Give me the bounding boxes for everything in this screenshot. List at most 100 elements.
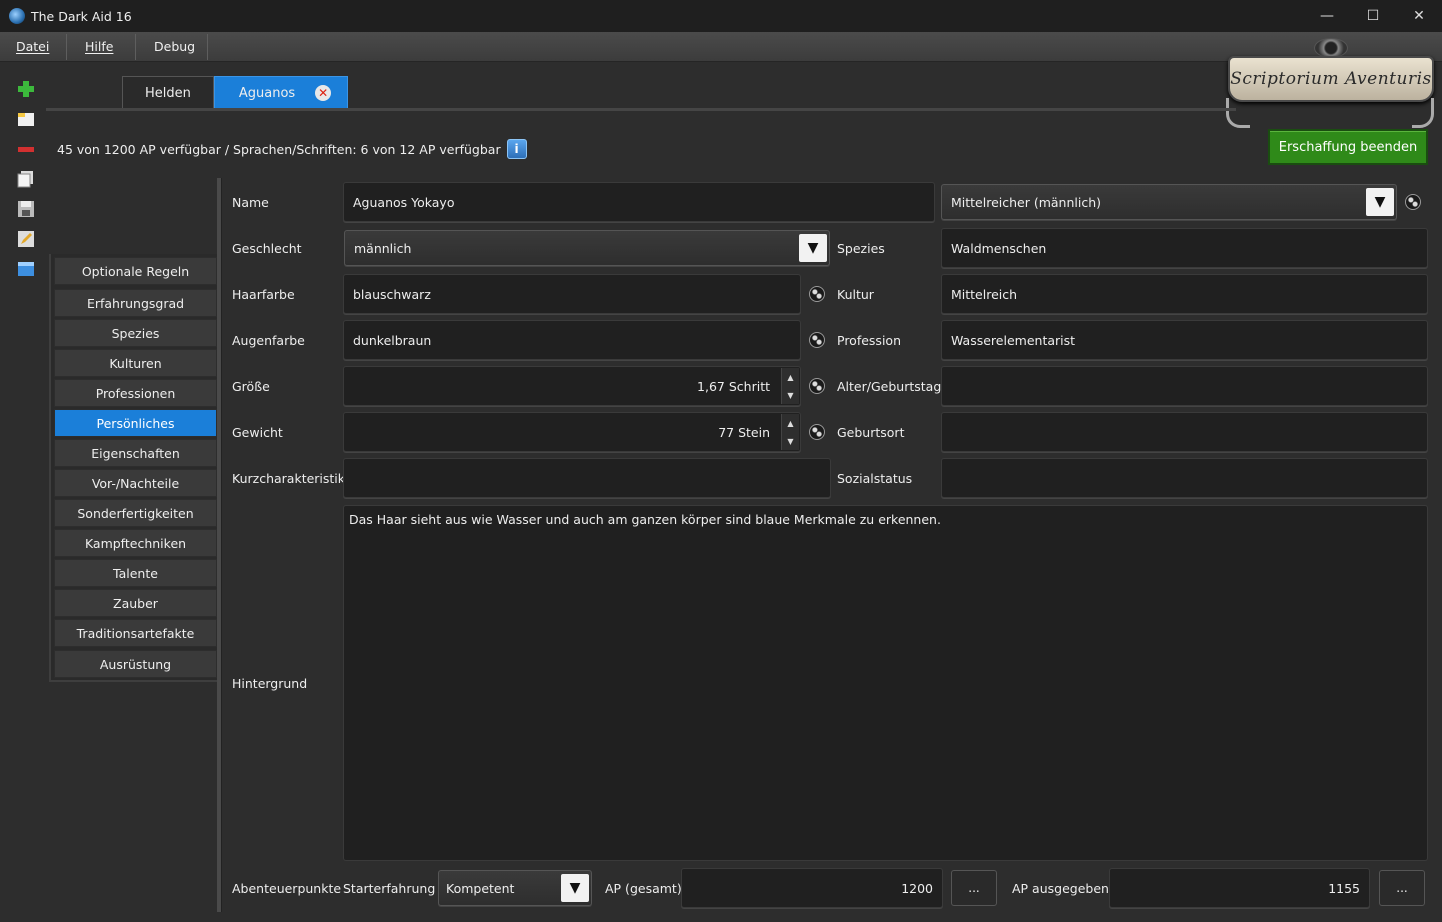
profession-value: Wasserelementarist <box>951 332 1076 348</box>
culture-value: Mittelreich <box>951 286 1018 302</box>
nav-item-ausruestung[interactable]: Ausrüstung <box>54 650 217 678</box>
chevron-down-icon: ▼ <box>799 234 827 262</box>
random-name-button[interactable] <box>1403 192 1423 212</box>
hair-field[interactable]: blauschwarz <box>343 274 801 314</box>
ap-spent-edit-button[interactable]: ... <box>1379 870 1425 906</box>
background-textarea[interactable]: Das Haar sieht aus wie Wasser und auch a… <box>343 505 1428 861</box>
nav-item-professionen[interactable]: Professionen <box>54 379 217 407</box>
ap-total-field: 1200 <box>681 868 943 908</box>
close-tab-icon[interactable]: ✕ <box>315 85 332 101</box>
weight-spin-buttons[interactable]: ▲ ▼ <box>781 414 799 450</box>
tab-label: Helden <box>145 86 191 101</box>
culture-field: Mittelreich <box>941 274 1428 314</box>
open-window-button[interactable] <box>15 258 37 280</box>
nav-item-kulturen[interactable]: Kulturen <box>54 349 217 377</box>
close-window-button[interactable]: ✕ <box>1396 0 1442 32</box>
name-field[interactable]: Aguanos Yokayo <box>343 182 935 222</box>
edit-button[interactable] <box>15 228 37 250</box>
birthplace-label: Geburtsort <box>837 425 905 440</box>
section-navigation: Optionale Regeln Erfahrungsgrad Spezies … <box>49 254 217 682</box>
eye-value: dunkelbraun <box>353 332 432 348</box>
ap-total-label: AP (gesamt) <box>605 881 682 896</box>
size-stepper[interactable]: 1,67 Schritt ▲ ▼ <box>343 366 801 406</box>
age-label: Alter/Geburtstag <box>837 379 942 394</box>
add-hero-button[interactable] <box>15 78 37 100</box>
nav-item-spezies[interactable]: Spezies <box>54 319 217 347</box>
nav-item-zauber[interactable]: Zauber <box>54 589 217 617</box>
menu-debug[interactable]: Debug <box>154 32 195 62</box>
hair-label: Haarfarbe <box>232 287 295 302</box>
step-up-icon[interactable]: ▲ <box>782 414 799 432</box>
save-button[interactable] <box>15 198 37 220</box>
start-experience-label: Starterfahrung <box>343 881 436 896</box>
copy-button[interactable] <box>15 168 37 190</box>
name-type-value: Mittelreicher (männlich) <box>951 194 1102 210</box>
logo-text: Scriptorium Aventuris <box>1230 69 1432 89</box>
social-status-field[interactable] <box>941 458 1428 498</box>
short-characteristic-field[interactable] <box>343 458 831 498</box>
open-folder-button[interactable] <box>15 108 37 130</box>
weight-stepper[interactable]: 77 Stein ▲ ▼ <box>343 412 801 452</box>
ap-total-value: 1200 <box>901 880 933 896</box>
step-down-icon[interactable]: ▼ <box>782 432 799 450</box>
gender-label: Geschlecht <box>232 241 302 256</box>
random-weight-button[interactable] <box>807 422 827 442</box>
random-size-button[interactable] <box>807 376 827 396</box>
maximize-button[interactable]: ☐ <box>1350 0 1396 32</box>
nav-item-talente[interactable]: Talente <box>54 559 217 587</box>
title-bar: The Dark Aid 16 — ☐ ✕ <box>0 0 1442 32</box>
step-down-icon[interactable]: ▼ <box>782 386 799 404</box>
ap-spent-label: AP ausgegeben <box>1012 881 1109 896</box>
name-type-select[interactable]: Mittelreicher (männlich) ▼ <box>941 184 1397 220</box>
menu-hilfe[interactable]: Hilfe <box>85 32 113 62</box>
nav-item-erfahrungsgrad[interactable]: Erfahrungsgrad <box>54 289 217 317</box>
minimize-button[interactable]: — <box>1304 0 1350 32</box>
nav-item-sonderfertigkeiten[interactable]: Sonderfertigkeiten <box>54 499 217 527</box>
finish-creation-button[interactable]: Erschaffung beenden <box>1268 129 1428 165</box>
birthplace-field[interactable] <box>941 412 1428 452</box>
profession-label: Profession <box>837 333 901 348</box>
menu-datei[interactable]: Datei <box>16 32 49 62</box>
size-spin-buttons[interactable]: ▲ ▼ <box>781 368 799 404</box>
plus-icon <box>18 81 34 97</box>
dice-icon <box>809 378 825 394</box>
chevron-down-icon: ▼ <box>561 874 589 902</box>
start-experience-value: Kompetent <box>446 880 515 896</box>
nav-item-vor-nachteile[interactable]: Vor-/Nachteile <box>54 469 217 497</box>
gender-select[interactable]: männlich ▼ <box>344 230 830 266</box>
nav-item-traditionsartefakte[interactable]: Traditionsartefakte <box>54 619 217 647</box>
content-frame-border <box>217 178 222 912</box>
short-characteristic-label: Kurzcharakteristik <box>232 471 346 486</box>
window-title: The Dark Aid 16 <box>31 8 132 24</box>
random-eye-button[interactable] <box>807 330 827 350</box>
random-hair-button[interactable] <box>807 284 827 304</box>
species-label: Spezies <box>837 241 885 256</box>
tab-helden[interactable]: Helden <box>122 76 214 109</box>
ap-total-edit-button[interactable]: ... <box>951 870 997 906</box>
chevron-down-icon: ▼ <box>1366 188 1394 216</box>
ap-status: 45 von 1200 AP verfügbar / Sprachen/Schr… <box>57 139 527 159</box>
eye-field[interactable]: dunkelbraun <box>343 320 801 360</box>
nav-item-eigenschaften[interactable]: Eigenschaften <box>54 439 217 467</box>
gender-value: männlich <box>354 240 412 256</box>
menu-separator <box>207 34 208 60</box>
age-field[interactable] <box>941 366 1428 406</box>
menu-separator <box>66 34 67 60</box>
dice-icon <box>809 286 825 302</box>
nav-item-optionale-regeln[interactable]: Optionale Regeln <box>54 257 217 285</box>
info-icon[interactable]: i <box>506 139 527 159</box>
species-value: Waldmenschen <box>951 240 1047 256</box>
size-label: Größe <box>232 379 270 394</box>
tab-underline <box>46 108 1236 111</box>
culture-label: Kultur <box>837 287 874 302</box>
tab-aguanos[interactable]: Aguanos ✕ <box>213 76 349 109</box>
step-up-icon[interactable]: ▲ <box>782 368 799 386</box>
logo-plate: Scriptorium Aventuris <box>1228 56 1434 102</box>
delete-hero-button[interactable] <box>15 138 37 160</box>
window-controls: — ☐ ✕ <box>1304 0 1442 32</box>
nav-item-kampftechniken[interactable]: Kampftechniken <box>54 529 217 557</box>
start-experience-select[interactable]: Kompetent ▼ <box>438 870 592 906</box>
size-value: 1,67 Schritt <box>697 378 770 394</box>
nav-item-persoenliches[interactable]: Persönliches <box>54 409 217 437</box>
scroll-ornament-left <box>1226 98 1250 128</box>
